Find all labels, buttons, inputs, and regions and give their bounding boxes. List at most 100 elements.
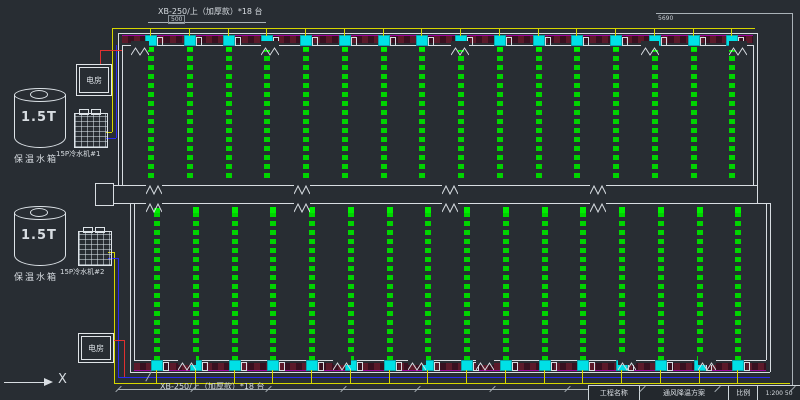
- cable-drop: [150, 28, 151, 36]
- fan-unit: [462, 361, 472, 370]
- cooling-pipe: [154, 212, 160, 360]
- top-power-cable: [112, 28, 755, 29]
- pipe-cap: [619, 207, 625, 213]
- fan-unit: [656, 361, 666, 370]
- cable-drop: [427, 370, 428, 383]
- pipe-cap: [387, 207, 393, 213]
- cable-drop: [660, 370, 661, 383]
- ucs-arrowhead: [44, 378, 53, 386]
- fan-unit: [501, 361, 511, 370]
- tank1-capacity: 1.5T: [21, 110, 57, 125]
- fan-bracket: [551, 362, 557, 371]
- power-room-2-label: 电房: [88, 343, 104, 354]
- title-block-scale-label: 比例: [728, 386, 757, 400]
- cooling-pipe: [270, 212, 276, 360]
- corridor-break-mark: [442, 198, 458, 208]
- cad-drawing-viewport[interactable]: 电房 1.5T 保温水箱 15P冷水机#1 1.5T 保温水箱 15P冷水机#2…: [0, 0, 800, 400]
- fan-bracket: [506, 37, 512, 46]
- fan-bracket: [390, 37, 396, 46]
- pipe-cap: [381, 47, 387, 51]
- cooling-pipe: [536, 47, 542, 178]
- fan-unit: [224, 36, 234, 45]
- fan-bracket: [279, 362, 285, 371]
- bottom-blue-riser: [118, 258, 119, 377]
- cooling-pipe: [735, 212, 741, 360]
- cable-drop: [699, 370, 700, 383]
- pipe-cap: [697, 207, 703, 213]
- pipe-cap: [232, 207, 238, 213]
- cable-drop: [499, 28, 500, 36]
- cooling-pipe: [348, 212, 354, 360]
- top-label-leader: [148, 22, 266, 23]
- cable-drop: [189, 28, 190, 36]
- pipe-cap: [735, 207, 741, 213]
- fan-bracket: [700, 37, 706, 46]
- fan-unit: [578, 361, 588, 370]
- pipe-cap: [691, 47, 697, 51]
- corridor-break-mark: [146, 180, 162, 190]
- upper-hall-top-outer-wall: [118, 33, 757, 34]
- cable-drop: [538, 28, 539, 36]
- fan-bracket: [357, 362, 363, 371]
- cable-drop: [737, 370, 738, 383]
- chiller1-name: 15P冷水机#1: [56, 149, 100, 159]
- cooling-pipe: [574, 47, 580, 178]
- fan-bracket: [545, 37, 551, 46]
- chiller2-name: 15P冷水机#2: [60, 267, 104, 277]
- upper-hall-right-inner-wall: [753, 45, 754, 185]
- pipe-cap: [303, 47, 309, 51]
- cooling-pipe: [387, 212, 393, 360]
- top-small-dim: 500: [168, 15, 185, 24]
- cable-drop: [693, 28, 694, 36]
- fan-unit: [611, 36, 621, 45]
- cooling-pipe: [697, 212, 703, 360]
- fan-unit: [733, 361, 743, 370]
- fan-unit: [540, 361, 550, 370]
- corridor-top-line: [95, 185, 757, 186]
- cooling-pipe: [729, 47, 735, 178]
- power1-red-riser: [100, 50, 101, 64]
- cable-drop: [311, 370, 312, 383]
- cable-drop: [731, 28, 732, 36]
- cooling-pipe: [264, 47, 270, 178]
- cable-drop: [582, 370, 583, 383]
- fan-bracket: [744, 362, 750, 371]
- door-opening-mark: [131, 41, 149, 50]
- fan-bracket: [583, 37, 589, 46]
- cable-drop: [466, 370, 467, 383]
- fan-bracket: [428, 37, 434, 46]
- pipe-cap: [193, 207, 199, 213]
- fan-unit: [689, 36, 699, 45]
- top-right-dim-line: [656, 13, 792, 14]
- fan-bracket: [667, 362, 673, 371]
- cooling-pipe: [187, 47, 193, 178]
- fan-unit: [534, 36, 544, 45]
- cooling-pipe: [458, 47, 464, 178]
- cooling-pipe: [342, 47, 348, 178]
- fan-bracket: [235, 37, 241, 46]
- lower-hall-right-inner-wall: [766, 203, 767, 360]
- cable-drop: [305, 28, 306, 36]
- cooling-pipe: [381, 47, 387, 178]
- cooling-pipe: [303, 47, 309, 178]
- pipe-cap: [425, 207, 431, 213]
- cooling-pipe: [652, 47, 658, 178]
- cable-drop: [234, 370, 235, 383]
- top-cable-riser: [112, 28, 113, 132]
- cooling-pipe: [497, 47, 503, 178]
- bottom-fan-row-label: XB-250/上（加厚款）*18 台: [160, 381, 265, 392]
- cable-drop: [421, 28, 422, 36]
- cooling-pipe: [503, 212, 509, 360]
- fan-unit: [268, 361, 278, 370]
- fan-unit: [152, 361, 162, 370]
- pipe-cap: [613, 47, 619, 51]
- fan-bracket: [434, 362, 440, 371]
- corridor-break-mark: [294, 198, 310, 208]
- cable-drop: [576, 28, 577, 36]
- door-opening-mark: [178, 356, 196, 365]
- door-opening-mark: [476, 356, 494, 365]
- door-opening-mark: [729, 41, 747, 50]
- pipe-cap: [503, 207, 509, 213]
- fan-bracket: [318, 362, 324, 371]
- pipe-cap: [658, 207, 664, 213]
